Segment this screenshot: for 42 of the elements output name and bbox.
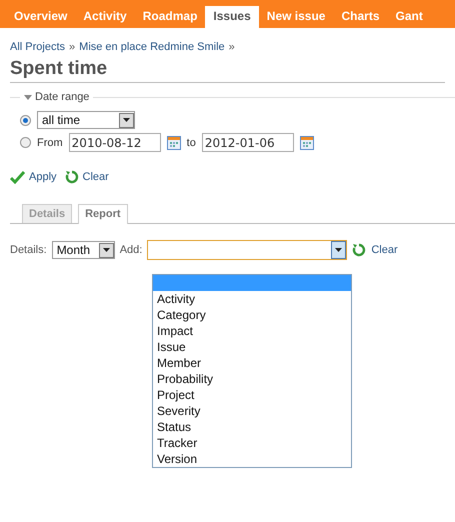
tab[interactable]: Report: [78, 204, 128, 224]
breadcrumb-link[interactable]: All Projects: [10, 41, 66, 53]
dropdown-option[interactable]: Member: [153, 355, 351, 371]
clear-link[interactable]: Clear: [371, 244, 398, 256]
breadcrumb-separator: »: [228, 41, 235, 53]
dropdown-arrow-icon: [335, 248, 342, 252]
dropdown-arrow-icon: [102, 248, 110, 252]
page-title: Spent time: [10, 58, 445, 83]
period-select[interactable]: all time: [37, 111, 135, 129]
dropdown-option[interactable]: Probability: [153, 371, 351, 387]
dropdown-option[interactable]: Severity: [153, 403, 351, 419]
details-select[interactable]: Month: [52, 241, 115, 259]
from-date-field[interactable]: 2010-08-12: [68, 133, 161, 152]
dropdown-option[interactable]: Impact: [153, 323, 351, 339]
radio-button[interactable]: [20, 114, 31, 126]
add-label: Add:: [120, 244, 142, 256]
breadcrumb-separator: »: [69, 41, 76, 53]
to-date-field[interactable]: 2012-01-06: [202, 133, 294, 152]
clear-link[interactable]: Clear: [82, 171, 109, 183]
apply-link[interactable]: Apply: [29, 171, 57, 183]
checkmark-icon: [10, 170, 25, 184]
dropdown-option[interactable]: Version: [153, 451, 351, 467]
menu-tab[interactable]: Issues: [205, 6, 259, 28]
radio-button[interactable]: [20, 137, 31, 148]
refresh-icon: [64, 170, 79, 184]
calendar-icon[interactable]: [166, 136, 181, 150]
to-label: to: [186, 136, 196, 148]
dropdown-option[interactable]: Issue: [153, 339, 351, 355]
date-range-legend: Date range: [35, 91, 90, 103]
dropdown-arrow-icon: [123, 118, 130, 122]
breadcrumb-link[interactable]: Mise en place Redmine Smile: [79, 41, 225, 53]
from-label: From: [37, 136, 63, 148]
expand-triangle-icon[interactable]: [24, 94, 32, 100]
dropdown-option[interactable]: Category: [153, 307, 351, 323]
calendar-icon[interactable]: [300, 136, 314, 150]
dropdown-option[interactable]: Project: [153, 387, 351, 403]
details-label: Details:: [10, 244, 47, 256]
dropdown-option[interactable]: Status: [153, 419, 351, 435]
add-select[interactable]: [147, 240, 348, 260]
refresh-icon: [352, 243, 366, 257]
dropdown-option[interactable]: Activity: [153, 291, 351, 307]
dropdown-option[interactable]: Tracker: [153, 435, 351, 451]
